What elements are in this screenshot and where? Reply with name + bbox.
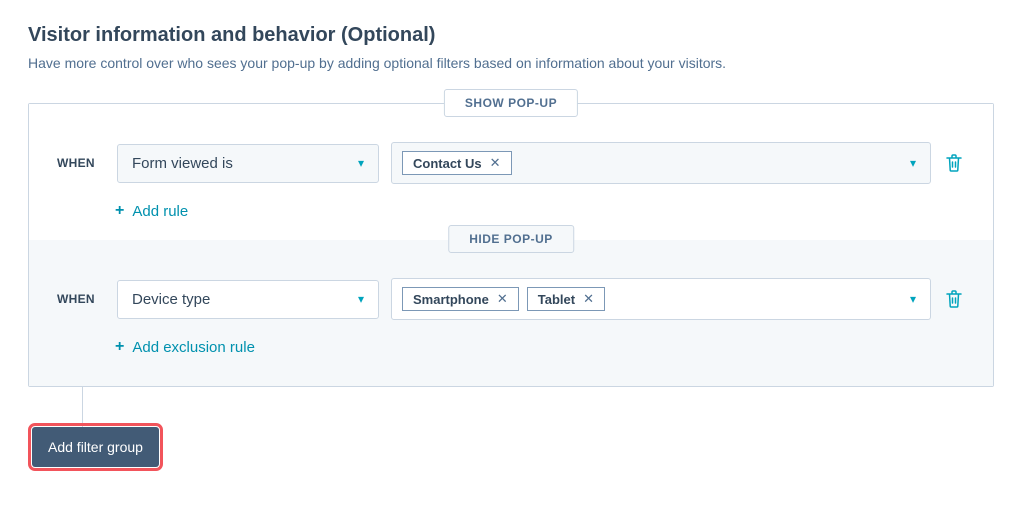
tag-label: Smartphone [413,292,489,307]
trash-icon [946,290,962,308]
remove-tag-icon[interactable]: ✕ [490,155,501,171]
plus-icon: + [115,202,124,220]
tag-label: Contact Us [413,156,482,171]
hide-popup-section: HIDE POP-UP WHEN Device type ▾ Smartphon… [29,240,993,386]
add-rule-link[interactable]: + Add rule [115,202,188,220]
remove-tag-icon[interactable]: ✕ [583,291,594,307]
tag-label: Tablet [538,292,575,307]
chevron-down-icon: ▾ [910,292,916,306]
trash-icon [946,154,962,172]
add-exclusion-rule-link[interactable]: + Add exclusion rule [115,338,255,356]
remove-tag-icon[interactable]: ✕ [497,291,508,307]
tag: Smartphone ✕ [402,287,519,311]
add-filter-group-button[interactable]: Add filter group [32,427,159,467]
plus-icon: + [115,338,124,356]
add-rule-label: Add rule [132,203,188,220]
dropdown-value: Device type [132,291,210,308]
show-popup-tab: SHOW POP-UP [444,89,578,117]
chevron-down-icon: ▾ [910,156,916,170]
filter-group: SHOW POP-UP WHEN Form viewed is ▾ Contac… [28,103,994,387]
connector-line [82,387,83,427]
show-rule-row: WHEN Form viewed is ▾ Contact Us ✕ ▾ [57,142,965,184]
chevron-down-icon: ▾ [358,292,364,306]
hide-rule-row: WHEN Device type ▾ Smartphone ✕ Tablet ✕… [57,278,965,320]
hide-tag-input[interactable]: Smartphone ✕ Tablet ✕ ▾ [391,278,931,320]
chevron-down-icon: ▾ [358,156,364,170]
hide-popup-tab: HIDE POP-UP [448,225,574,253]
hide-condition-dropdown[interactable]: Device type ▾ [117,280,379,319]
tag: Tablet ✕ [527,287,605,311]
page-title: Visitor information and behavior (Option… [28,24,994,47]
show-condition-dropdown[interactable]: Form viewed is ▾ [117,144,379,183]
delete-rule-button[interactable] [943,288,965,310]
show-popup-section: SHOW POP-UP WHEN Form viewed is ▾ Contac… [29,104,993,240]
tag: Contact Us ✕ [402,151,512,175]
when-label: WHEN [57,292,105,306]
show-tag-input[interactable]: Contact Us ✕ ▾ [391,142,931,184]
dropdown-value: Form viewed is [132,155,233,172]
add-exclusion-rule-label: Add exclusion rule [132,339,255,356]
delete-rule-button[interactable] [943,152,965,174]
page-subtitle: Have more control over who sees your pop… [28,55,994,71]
when-label: WHEN [57,156,105,170]
